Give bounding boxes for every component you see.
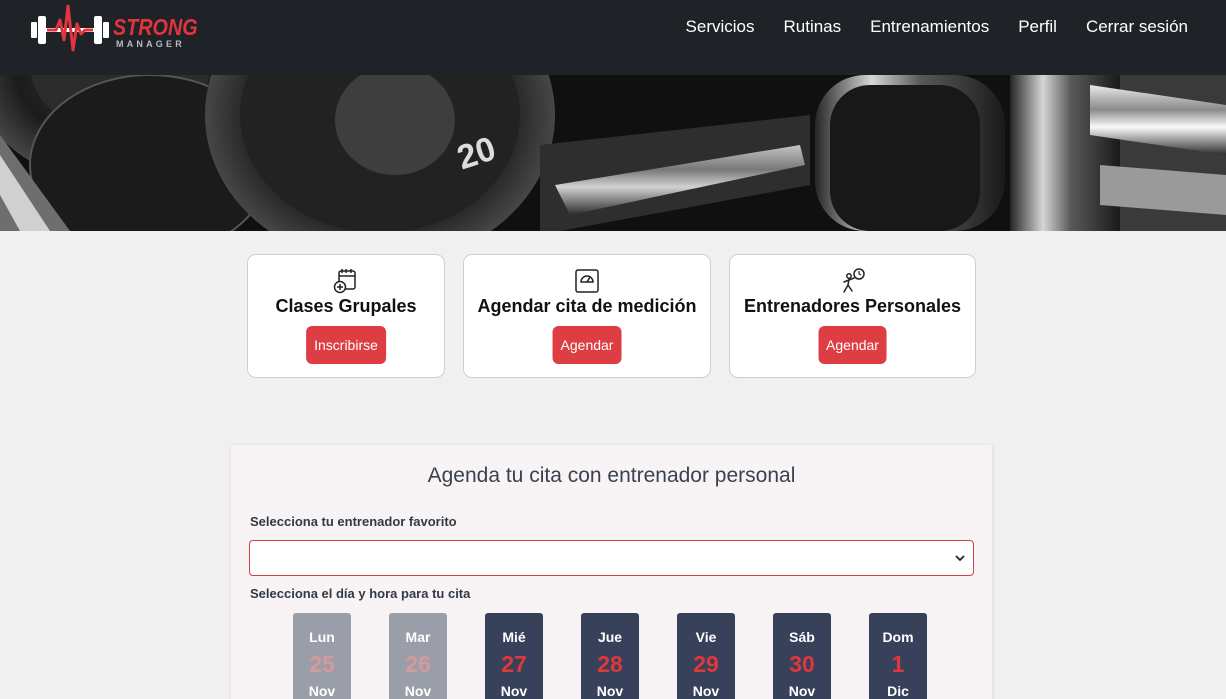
trainer-select[interactable]: [249, 540, 974, 576]
inscribirse-button[interactable]: Inscribirse: [306, 326, 386, 364]
card-clases-grupales: Clases Grupales Inscribirse: [247, 254, 445, 378]
day-month: Nov: [404, 683, 432, 699]
day-month: Nov: [500, 683, 528, 699]
scale-icon: [575, 269, 599, 293]
card-title: Entrenadores Personales: [743, 296, 962, 316]
card-cita-medicion: Agendar cita de medición Agendar: [463, 254, 711, 378]
day-mar-26: Mar 26 Nov: [389, 613, 447, 699]
top-navbar: STRONG MANAGER Servicios Rutinas Entrena…: [0, 0, 1226, 75]
day-sab-30[interactable]: Sáb 30 Nov: [773, 613, 831, 699]
appointment-panel: Agenda tu cita con entrenador personal S…: [231, 445, 992, 699]
day-number: 1: [891, 651, 905, 677]
day-name: Dom: [882, 629, 914, 645]
card-title: Agendar cita de medición: [477, 296, 697, 316]
date-label: Selecciona el día y hora para tu cita: [250, 586, 471, 601]
day-number: 25: [309, 651, 335, 677]
day-number: 29: [693, 651, 719, 677]
calendar-add-icon: [333, 269, 356, 294]
agendar-entrenador-button[interactable]: Agendar: [818, 326, 887, 364]
day-month: Nov: [788, 683, 816, 699]
trainer-icon: [842, 268, 865, 293]
day-month: Nov: [596, 683, 624, 699]
day-number: 26: [405, 651, 431, 677]
day-mie-27[interactable]: Mié 27 Nov: [485, 613, 543, 699]
day-name: Sáb: [789, 629, 815, 645]
agendar-medicion-button[interactable]: Agendar: [552, 326, 622, 364]
day-vie-29[interactable]: Vie 29 Nov: [677, 613, 735, 699]
day-name: Mié: [502, 629, 526, 645]
main-nav: Servicios Rutinas Entrenamientos Perfil …: [686, 17, 1188, 37]
nav-servicios[interactable]: Servicios: [686, 17, 755, 37]
brand-name: STRONG: [113, 14, 198, 40]
hero-banner: 20: [0, 75, 1226, 231]
nav-perfil[interactable]: Perfil: [1018, 17, 1057, 37]
day-dom-1[interactable]: Dom 1 Dic: [869, 613, 927, 699]
day-number: 28: [597, 651, 623, 677]
day-month: Nov: [308, 683, 336, 699]
appointment-title: Agenda tu cita con entrenador personal: [427, 464, 796, 487]
day-name: Lun: [309, 629, 335, 645]
nav-entrenamientos[interactable]: Entrenamientos: [870, 17, 989, 37]
card-title: Clases Grupales: [275, 296, 417, 316]
brand-logo[interactable]: STRONG MANAGER: [30, 4, 200, 54]
day-name: Vie: [695, 629, 717, 645]
dumbbell-pulse-icon: [31, 4, 109, 52]
day-name: Mar: [405, 629, 431, 645]
dumbbell-weights-photo: 20: [0, 75, 1226, 231]
day-month: Nov: [692, 683, 720, 699]
day-number: 27: [501, 651, 527, 677]
trainer-label: Selecciona tu entrenador favorito: [250, 514, 457, 529]
nav-cerrar-sesion[interactable]: Cerrar sesión: [1086, 17, 1188, 37]
nav-rutinas[interactable]: Rutinas: [784, 17, 842, 37]
chevron-down-icon: [955, 555, 965, 562]
day-lun-25: Lun 25 Nov: [293, 613, 351, 699]
day-month: Dic: [887, 683, 909, 699]
brand-subtitle: MANAGER: [116, 39, 185, 49]
day-name: Jue: [597, 629, 623, 645]
day-number: 30: [789, 651, 815, 677]
day-jue-28[interactable]: Jue 28 Nov: [581, 613, 639, 699]
card-entrenadores-personales: Entrenadores Personales Agendar: [729, 254, 976, 378]
